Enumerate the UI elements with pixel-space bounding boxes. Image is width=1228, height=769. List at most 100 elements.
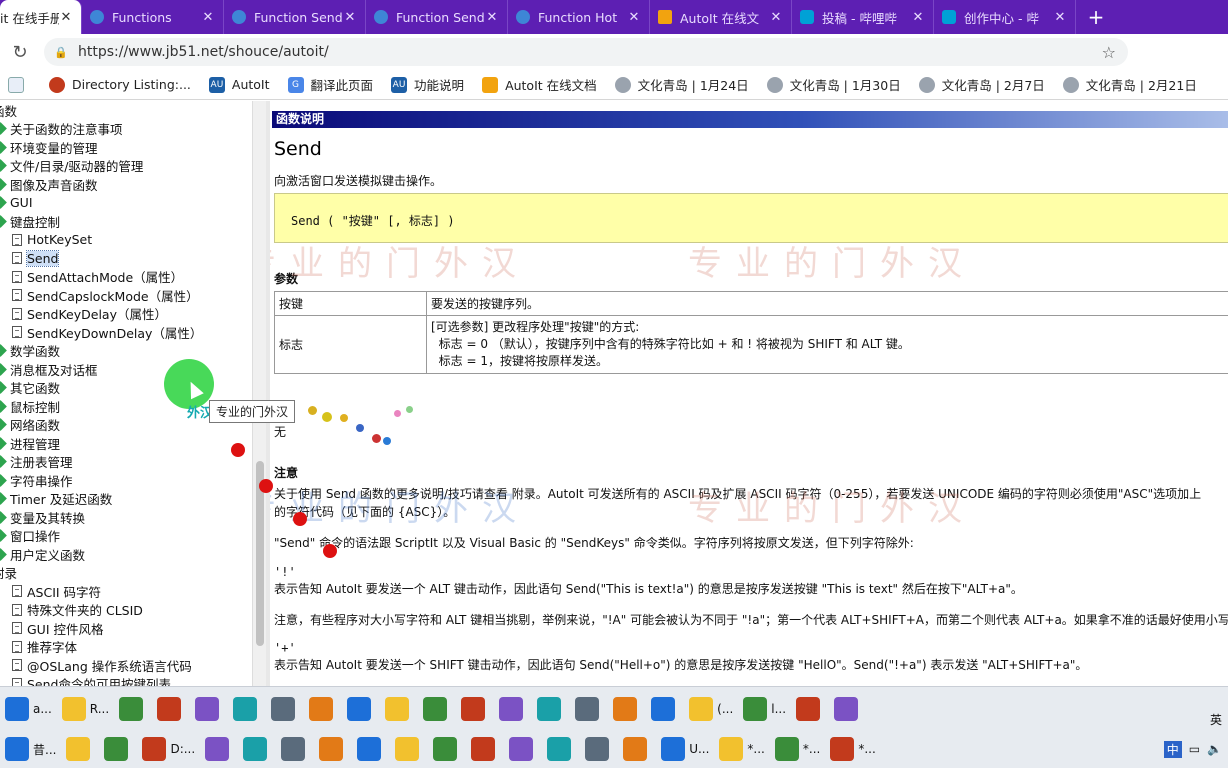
tree-item[interactable]: SendCapslockMode（属性）	[0, 286, 252, 305]
taskbar-button[interactable]: U...	[661, 737, 709, 761]
close-icon[interactable]: ✕	[911, 10, 925, 25]
tree-item[interactable]: 图像及声音函数	[0, 175, 252, 194]
taskbar-button[interactable]: l...	[743, 697, 786, 721]
bookmark-item[interactable]: AU功能说明	[391, 75, 464, 94]
tree-item[interactable]: 进程管理	[0, 434, 252, 453]
reload-icon[interactable]: ↻	[2, 42, 38, 63]
taskbar-button[interactable]	[119, 697, 147, 721]
ime-indicator[interactable]: 中	[1164, 741, 1182, 758]
taskbar-button[interactable]	[834, 697, 862, 721]
taskbar-button[interactable]	[796, 697, 824, 721]
taskbar-button[interactable]: D:...	[142, 737, 195, 761]
taskbar-button[interactable]	[575, 697, 603, 721]
new-tab-button[interactable]: +	[1076, 0, 1116, 34]
bookmark-item[interactable]: G翻译此页面	[288, 75, 374, 94]
tree-item[interactable]: 推荐字体	[0, 638, 252, 657]
taskbar-button[interactable]: (...	[689, 697, 733, 721]
taskbar-button[interactable]	[347, 697, 375, 721]
taskbar-button[interactable]	[104, 737, 132, 761]
taskbar-button[interactable]: *...	[719, 737, 764, 761]
taskbar-button[interactable]: *...	[830, 737, 875, 761]
browser-tab[interactable]: it 在线手册✕	[0, 0, 82, 34]
taskbar-button[interactable]	[395, 737, 423, 761]
taskbar-button[interactable]	[271, 697, 299, 721]
taskbar-button[interactable]	[243, 737, 271, 761]
browser-tab[interactable]: Function Hot✕	[508, 0, 650, 34]
close-icon[interactable]: ✕	[201, 10, 215, 25]
taskbar-button[interactable]: R...	[62, 697, 109, 721]
taskbar-button[interactable]	[651, 697, 679, 721]
tree-item[interactable]: SendKeyDelay（属性）	[0, 305, 252, 324]
taskbar-button[interactable]	[281, 737, 309, 761]
close-icon[interactable]: ✕	[627, 10, 641, 25]
taskbar-button[interactable]	[309, 697, 337, 721]
taskbar-button[interactable]	[547, 737, 575, 761]
tree-item[interactable]: 其它函数	[0, 379, 252, 398]
taskbar-button[interactable]: *...	[775, 737, 820, 761]
bookmark-star-icon[interactable]: ☆	[1102, 43, 1116, 62]
taskbar-button[interactable]	[585, 737, 613, 761]
taskbar-button[interactable]	[461, 697, 489, 721]
language-indicator[interactable]: 英	[1210, 711, 1222, 728]
tree-item[interactable]: GUI	[0, 194, 252, 213]
bookmark-apps[interactable]	[8, 77, 31, 93]
tree-item[interactable]: 变量及其转换	[0, 508, 252, 527]
bookmark-item[interactable]: AutoIt 在线文档	[482, 75, 597, 94]
tree-scrollbar[interactable]	[252, 101, 266, 686]
tree-item[interactable]: 用户定义函数	[0, 545, 252, 564]
network-icon[interactable]: ▭	[1189, 742, 1200, 756]
taskbar-button[interactable]: a...	[5, 697, 52, 721]
tree-item[interactable]: Timer 及延迟函数	[0, 490, 252, 509]
close-icon[interactable]: ✕	[769, 10, 783, 25]
browser-tab[interactable]: AutoIt 在线文✕	[650, 0, 792, 34]
tree-item[interactable]: 文件/目录/驱动器的管理	[0, 157, 252, 176]
browser-tab[interactable]: 投稿 - 哔哩哔✕	[792, 0, 934, 34]
taskbar-button[interactable]	[537, 697, 565, 721]
tree-item[interactable]: @OSLang 操作系统语言代码	[0, 656, 252, 675]
browser-tab[interactable]: Function Send✕	[224, 0, 366, 34]
tree-item[interactable]: 字符串操作	[0, 471, 252, 490]
bookmark-item[interactable]: 文化青岛 | 2月21日	[1063, 75, 1197, 94]
taskbar-button[interactable]	[157, 697, 185, 721]
tree-item[interactable]: 窗口操作	[0, 527, 252, 546]
taskbar-button[interactable]	[195, 697, 223, 721]
taskbar-button[interactable]	[357, 737, 385, 761]
bookmark-item[interactable]: 文化青岛 | 1月24日	[615, 75, 749, 94]
close-icon[interactable]: ✕	[343, 10, 357, 25]
tree-item[interactable]: Send命令的可用按键列表	[0, 675, 252, 687]
tree-item[interactable]: GUI 控件风格	[0, 619, 252, 638]
tree-item[interactable]: HotKeySet	[0, 231, 252, 250]
bookmark-item[interactable]: 文化青岛 | 2月7日	[919, 75, 1045, 94]
taskbar-button[interactable]	[385, 697, 413, 721]
taskbar-button[interactable]	[66, 737, 94, 761]
taskbar-button[interactable]	[319, 737, 347, 761]
browser-tab[interactable]: 创作中心 - 哔✕	[934, 0, 1076, 34]
tree-item[interactable]: 键盘控制	[0, 212, 252, 231]
bookmark-item[interactable]: Directory Listing:...	[49, 77, 191, 93]
taskbar-button[interactable]	[509, 737, 537, 761]
taskbar-button[interactable]	[613, 697, 641, 721]
tree-item[interactable]: 特殊文件夹的 CLSID	[0, 601, 252, 620]
tree-item[interactable]: 注册表管理	[0, 453, 252, 472]
browser-tab[interactable]: Function Send✕	[366, 0, 508, 34]
bookmark-item[interactable]: AUAutoIt	[209, 77, 270, 93]
close-icon[interactable]: ✕	[485, 10, 499, 25]
taskbar-button[interactable]	[499, 697, 527, 721]
taskbar-button[interactable]	[423, 697, 451, 721]
bookmark-item[interactable]: 文化青岛 | 1月30日	[767, 75, 901, 94]
taskbar-button[interactable]	[623, 737, 651, 761]
tree-item[interactable]: Send	[0, 249, 252, 268]
close-icon[interactable]: ✕	[1053, 10, 1067, 25]
omnibox[interactable]: 🔒 https://www.jb51.net/shouce/autoit/ ☆	[44, 38, 1128, 66]
browser-tab[interactable]: Functions✕	[82, 0, 224, 34]
taskbar-button[interactable]	[233, 697, 261, 721]
tree-item[interactable]: 函数	[0, 101, 252, 120]
close-icon[interactable]: ✕	[59, 10, 73, 25]
taskbar-button[interactable]	[205, 737, 233, 761]
tree-item[interactable]: 数学函数	[0, 342, 252, 361]
volume-icon[interactable]: 🔈	[1207, 742, 1222, 756]
tree-item[interactable]: ASCII 码字符	[0, 582, 252, 601]
taskbar-button[interactable]	[471, 737, 499, 761]
taskbar-button[interactable]: 昔...	[5, 737, 56, 761]
tree-item[interactable]: 环境变量的管理	[0, 138, 252, 157]
